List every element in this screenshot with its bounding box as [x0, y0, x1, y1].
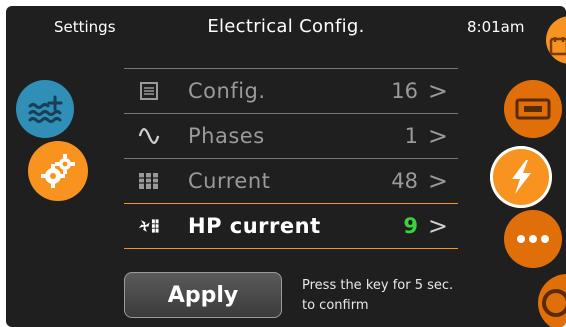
- settings-button[interactable]: [28, 141, 88, 201]
- menu-item-label: Config.: [188, 79, 266, 103]
- divider-selected-bottom: [124, 248, 458, 249]
- heat-pump-icon: [138, 215, 160, 237]
- list-icon: [138, 80, 160, 102]
- power-button[interactable]: [538, 274, 566, 327]
- menu-item-label: HP current: [188, 214, 321, 238]
- menu-item-config[interactable]: Config. 16 >: [124, 69, 458, 113]
- spa-button[interactable]: [16, 80, 74, 138]
- electrical-button[interactable]: [490, 146, 552, 208]
- menu-item-phases[interactable]: Phases 1 >: [124, 114, 458, 158]
- chevron-right-icon: >: [427, 212, 448, 240]
- menu-item-label: Phases: [188, 124, 265, 148]
- meter-icon: [138, 170, 160, 192]
- menu-item-value: 9: [403, 214, 418, 238]
- menu-item-current[interactable]: Current 48 >: [124, 159, 458, 203]
- chevron-right-icon: >: [427, 167, 448, 195]
- spa-heat-icon: [28, 95, 63, 123]
- chevron-right-icon: >: [427, 77, 448, 105]
- confirm-hint: Press the key for 5 sec. to confirm: [302, 278, 454, 313]
- display-button[interactable]: [504, 80, 562, 138]
- menu-item-hp-current[interactable]: HP current 9 >: [124, 204, 458, 248]
- calendar-icon: [549, 37, 566, 56]
- more-button[interactable]: [504, 210, 562, 268]
- menu-item-label: Current: [188, 169, 271, 193]
- gear-icon: [41, 154, 75, 188]
- lightning-icon: [512, 160, 531, 194]
- power-icon: [542, 289, 566, 317]
- apply-button[interactable]: Apply: [124, 272, 282, 318]
- menu-item-value: 16: [391, 79, 418, 103]
- clock: 8:01am: [467, 18, 525, 36]
- display-icon: [515, 98, 551, 120]
- more-icon: [517, 235, 549, 243]
- config-menu: Config. 16 > Phases 1 > Current 48 > HP …: [124, 68, 458, 249]
- menu-item-value: 1: [404, 124, 418, 148]
- chevron-right-icon: >: [427, 122, 448, 150]
- sine-wave-icon: [138, 125, 160, 147]
- menu-item-value: 48: [391, 169, 418, 193]
- screen: Settings Electrical Config. 8:01am Confi…: [6, 6, 566, 327]
